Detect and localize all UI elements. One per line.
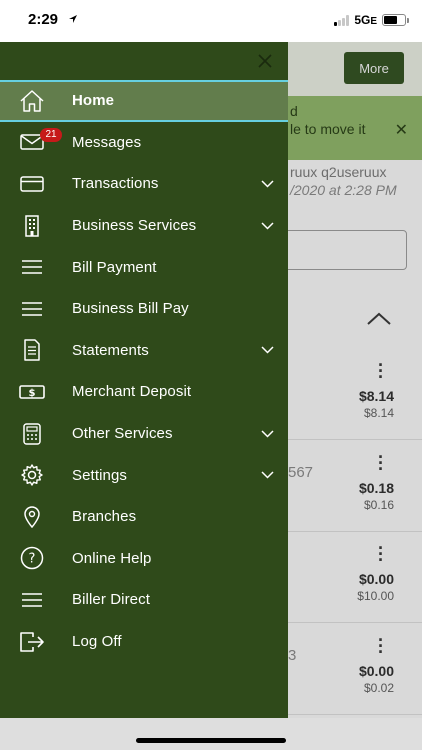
logout-icon <box>18 629 46 655</box>
chevron-down-icon <box>261 222 274 230</box>
account-row[interactable]: 3 · · · $0.00 $0.02 <box>288 625 422 715</box>
menu-label: Merchant Deposit <box>72 383 192 401</box>
menu-label: Statements <box>72 341 149 359</box>
unread-count-badge: 21 <box>40 127 62 142</box>
banner-text: d le to move it <box>290 103 366 137</box>
menu-item-settings[interactable]: Settings <box>0 454 288 496</box>
menu-item-statements[interactable]: Statements <box>0 330 288 372</box>
document-icon <box>18 337 46 363</box>
more-options-icon[interactable]: · · · <box>378 539 384 569</box>
menu-item-branches[interactable]: Branches <box>0 496 288 538</box>
menu-item-online-help[interactable]: ? Online Help <box>0 538 288 580</box>
close-drawer-icon[interactable] <box>256 52 274 70</box>
menu-label: Home <box>72 92 115 110</box>
status-bar: 2:29 5GE <box>0 0 422 42</box>
menu-item-merchant-deposit[interactable]: $ Merchant Deposit <box>0 371 288 413</box>
menu-label: Business Bill Pay <box>72 300 189 318</box>
more-button[interactable]: More <box>344 52 404 84</box>
home-indicator-bar <box>0 718 422 750</box>
chevron-down-icon <box>261 430 274 438</box>
menu-label: Online Help <box>72 549 152 567</box>
menu-item-other-services[interactable]: Other Services <box>0 413 288 455</box>
menu-item-bill-payment[interactable]: Bill Payment <box>0 246 288 288</box>
menu-item-messages[interactable]: 21 Messages <box>0 122 288 164</box>
signal-icon <box>334 14 350 26</box>
location-pin-icon <box>18 504 46 530</box>
list-icon <box>18 587 46 613</box>
menu-item-transactions[interactable]: Transactions <box>0 163 288 205</box>
menu-item-home[interactable]: Home <box>0 80 288 122</box>
home-indicator[interactable] <box>136 738 286 743</box>
account-row[interactable]: · · · $0.00 $10.00 <box>288 533 422 623</box>
menu-item-biller-direct[interactable]: Biller Direct <box>0 579 288 621</box>
menu-label: Bill Payment <box>72 258 157 276</box>
menu-label: Other Services <box>72 425 173 443</box>
menu-label: Log Off <box>72 633 122 651</box>
more-options-icon[interactable]: · · · <box>378 448 384 478</box>
menu-label: Branches <box>72 508 137 526</box>
more-options-icon[interactable]: · · · <box>378 631 384 661</box>
menu-label: Biller Direct <box>72 591 150 609</box>
chevron-down-icon <box>261 346 274 354</box>
drawer-header <box>0 42 288 80</box>
menu-label: Messages <box>72 133 142 151</box>
home-icon <box>18 88 46 114</box>
banner-close-icon[interactable]: ✕ <box>395 120 408 140</box>
account-row[interactable]: 567 · · · $0.18 $0.16 <box>288 442 422 532</box>
user-text: ruux q2useruux <box>290 164 387 180</box>
calculator-icon <box>18 421 46 447</box>
list-icon <box>18 296 46 322</box>
chevron-down-icon <box>261 471 274 479</box>
status-indicators: 5GE <box>334 13 409 27</box>
gear-icon <box>18 462 46 488</box>
menu-label: Transactions <box>72 175 159 193</box>
list-icon <box>18 254 46 280</box>
more-options-icon[interactable]: · · · <box>378 356 384 386</box>
svg-text:?: ? <box>29 552 36 567</box>
cash-icon: $ <box>18 379 46 405</box>
svg-text:$: $ <box>29 388 36 399</box>
menu-item-business-bill-pay[interactable]: Business Bill Pay <box>0 288 288 330</box>
account-row[interactable]: · · · $8.14 $8.14 <box>288 350 422 440</box>
network-type: 5GE <box>354 13 377 27</box>
menu-item-business-services[interactable]: Business Services <box>0 205 288 247</box>
chevron-up-icon[interactable] <box>366 312 392 326</box>
chevron-down-icon <box>261 180 274 188</box>
building-icon <box>18 213 46 239</box>
menu-label: Business Services <box>72 217 197 235</box>
menu-label: Settings <box>72 466 127 484</box>
help-icon: ? <box>18 545 46 571</box>
navigation-drawer: Home 21 Messages Transactions Business S… <box>0 42 288 718</box>
card-icon <box>18 171 46 197</box>
menu-item-log-off[interactable]: Log Off <box>0 621 288 663</box>
location-arrow-icon <box>69 15 77 23</box>
status-time: 2:29 <box>28 11 59 28</box>
battery-icon <box>382 14 409 26</box>
last-login-date: /2020 at 2:28 PM <box>290 182 397 198</box>
